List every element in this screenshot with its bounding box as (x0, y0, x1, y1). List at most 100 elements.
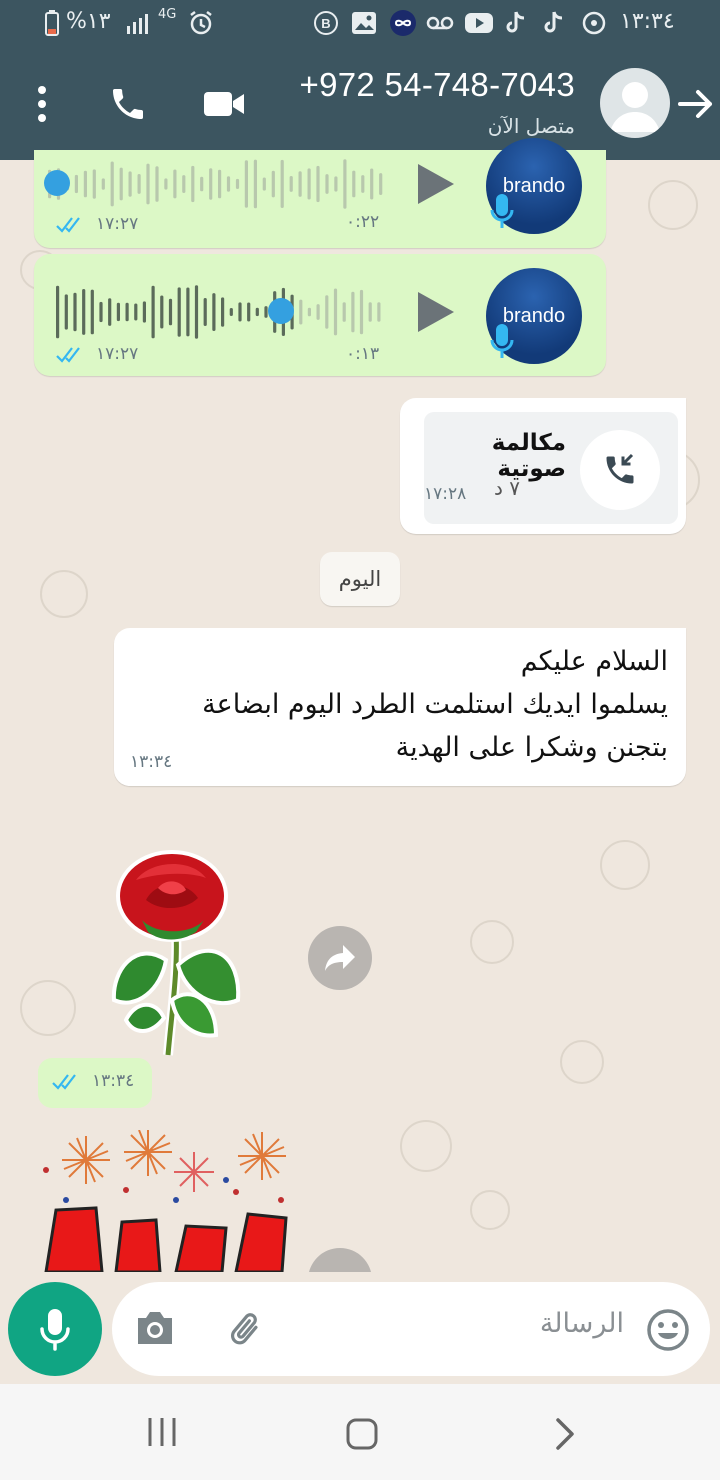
play-button[interactable] (412, 162, 456, 206)
play-button[interactable] (412, 290, 456, 334)
message-time: ١٣:٣٤ (130, 752, 173, 772)
waveform-bar (108, 298, 112, 326)
fireworks-sticker[interactable] (36, 1130, 296, 1272)
message-placeholder: الرسالة (539, 1308, 624, 1339)
voice-record-button[interactable] (8, 1282, 102, 1376)
waveform-bar (82, 289, 86, 335)
recents-icon[interactable] (144, 1416, 180, 1448)
tiktok-icon-2 (540, 10, 566, 36)
waveform-bar (361, 175, 365, 193)
waveform-bar (226, 176, 231, 192)
waveform-bar (160, 295, 164, 329)
waveform-bar (299, 299, 303, 325)
waveform-bar (73, 292, 77, 332)
chat-header: +972 54-748-7043 متصل الآن (0, 48, 720, 160)
waveform[interactable] (56, 284, 386, 340)
forward-icon (325, 945, 355, 971)
voice-message[interactable]: brando ٠:١٣ ١٧:٢٧ (34, 254, 606, 376)
message-line: بتجنن وشكرا على الهدية (395, 732, 668, 763)
waveform-bar (125, 302, 129, 322)
phone-icon[interactable] (108, 84, 148, 124)
rose-sticker[interactable] (106, 850, 248, 1060)
waveform[interactable] (48, 158, 388, 210)
voicemail-icon (426, 10, 454, 36)
waveform-bar (92, 169, 96, 199)
call-title: مكالمة صوتية (491, 430, 566, 482)
contact-name[interactable]: +972 54-748-7043 (300, 66, 575, 104)
seek-handle[interactable] (268, 298, 294, 324)
composer: الرسالة (0, 1272, 720, 1384)
back-icon[interactable] (552, 1416, 580, 1452)
waveform-bar (74, 174, 78, 194)
waveform-bar (110, 161, 114, 207)
message-line: السلام عليكم (520, 646, 668, 677)
waveform-bar (262, 177, 266, 191)
waveform-bar (343, 159, 347, 209)
waveform-bar (83, 170, 87, 198)
waveform-bar (221, 297, 225, 327)
waveform-bar (128, 171, 132, 197)
waveform-bar (142, 301, 146, 323)
voice-message[interactable]: brando ٠:٢٢ ١٧:٢٧ (34, 138, 606, 248)
call-card[interactable]: مكالمة صوتية ٧ د ١٧:٢٨ (424, 412, 678, 524)
waveform-bar (99, 301, 103, 323)
message-time: ١٧:٢٧ (96, 214, 139, 234)
message-time: ١٣:٣٤ (92, 1071, 135, 1091)
sync-icon (580, 10, 608, 36)
seek-handle[interactable] (44, 170, 70, 196)
waveform-bar (116, 302, 120, 322)
message-time: ١٧:٢٨ (424, 484, 467, 504)
call-icon-circle (580, 430, 660, 510)
waveform-bar (119, 167, 123, 201)
forward-button[interactable] (308, 1248, 372, 1272)
svg-text:B: B (321, 16, 330, 31)
waveform-bar (182, 175, 186, 193)
call-duration: ٧ د (493, 476, 520, 500)
waveform-bar (168, 298, 173, 326)
read-ticks-icon (56, 347, 80, 363)
message-line: يسلموا ايديك استلمت الطرد اليوم ابضاعة (202, 689, 668, 720)
waveform-bar (186, 287, 190, 337)
waveform-bar (307, 168, 311, 200)
waveform-bar (342, 302, 346, 322)
more-vert-icon[interactable] (30, 84, 54, 124)
camera-icon[interactable] (134, 1308, 176, 1348)
attach-icon[interactable] (226, 1306, 270, 1350)
text-message[interactable]: السلام عليكم يسلموا ايديك استلمت الطرد ا… (114, 628, 686, 786)
waveform-bar (316, 304, 320, 320)
waveform-bar (191, 165, 195, 203)
battery-percent: %١٣ (66, 9, 111, 34)
message-time: ١٧:٢٧ (96, 344, 139, 364)
waveform-bar (325, 295, 329, 329)
waveform-bar (177, 287, 181, 337)
network-type: 4G (158, 7, 177, 22)
battery-icon (44, 10, 60, 36)
waveform-bar (212, 293, 216, 331)
video-icon[interactable] (202, 86, 246, 122)
presence-status: متصل الآن (487, 114, 575, 138)
clock: ١٣:٣٤ (620, 9, 675, 34)
emoji-icon[interactable] (646, 1308, 690, 1352)
waveform-bar (244, 160, 248, 208)
back-arrow-icon[interactable] (676, 84, 716, 124)
waveform-bar (151, 285, 155, 339)
infinity-app-icon (388, 10, 418, 36)
waveform-bar (101, 178, 105, 190)
message-input[interactable]: الرسالة (112, 1282, 710, 1376)
system-nav-bar (0, 1384, 720, 1480)
signal-icon (126, 10, 150, 36)
waveform-bar (379, 173, 383, 195)
status-bar: %١٣ 4G B ١٣:٣٤ (0, 0, 720, 48)
b-badge-icon: B (312, 10, 340, 36)
avatar[interactable] (600, 68, 670, 138)
waveform-bar (280, 159, 284, 208)
home-icon[interactable] (344, 1416, 380, 1452)
waveform-bar (289, 176, 293, 192)
waveform-bar (377, 302, 381, 322)
waveform-bar (247, 302, 251, 322)
waveform-bar (298, 171, 302, 197)
waveform-bar (229, 308, 233, 316)
forward-button[interactable] (308, 926, 372, 990)
sticker-time-pill: ١٣:٣٤ (38, 1058, 152, 1108)
waveform-bar (334, 176, 338, 192)
